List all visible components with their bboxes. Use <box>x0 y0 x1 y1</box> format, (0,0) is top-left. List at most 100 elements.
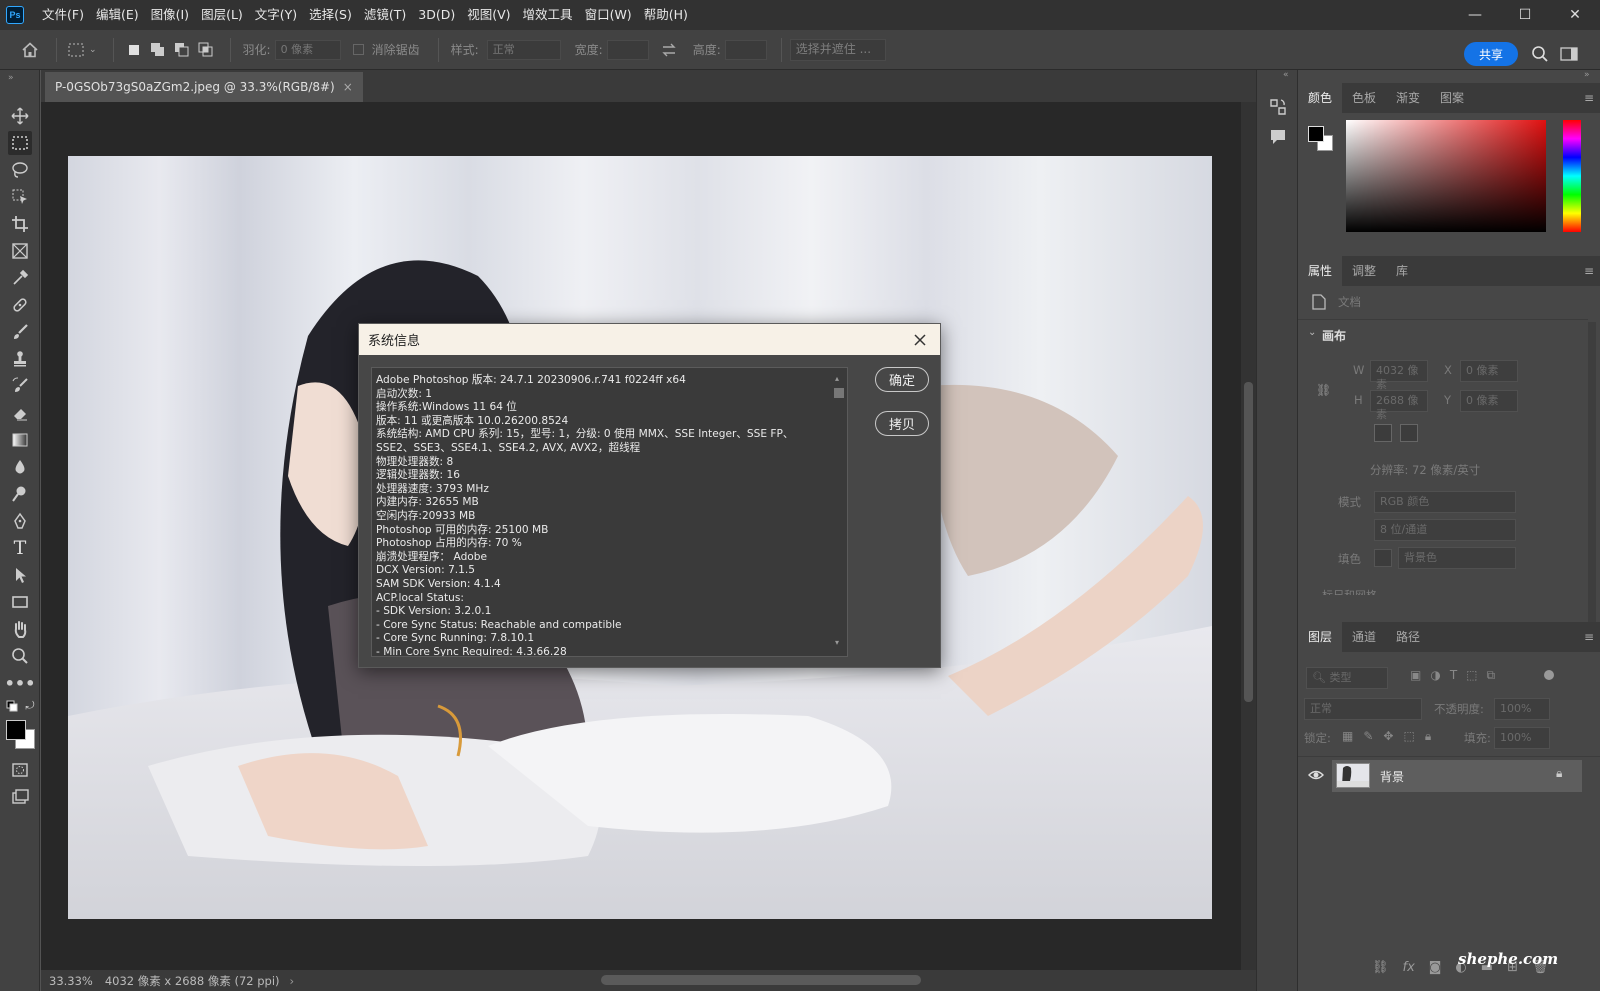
menu-file[interactable]: 文件(F) <box>36 0 90 30</box>
rectangle-tool-icon[interactable] <box>8 590 32 614</box>
properties-panel-menu-icon[interactable]: ≡ <box>1584 264 1594 278</box>
tab-properties[interactable]: 属性 <box>1298 256 1343 286</box>
chevron-down-icon[interactable]: ⌄ <box>89 45 97 55</box>
menu-select[interactable]: 选择(S) <box>303 0 358 30</box>
screen-mode-icon[interactable] <box>8 785 32 809</box>
close-window-button[interactable]: ✕ <box>1550 0 1600 30</box>
layer-filter-select[interactable]: 🔍︎ 类型 <box>1306 667 1388 689</box>
marquee-tool-icon[interactable] <box>8 131 32 155</box>
scroll-down-icon[interactable]: ▾ <box>835 638 839 647</box>
tab-adjustments[interactable]: 调整 <box>1342 256 1386 286</box>
collapse-dock-icon[interactable]: « <box>1283 70 1289 80</box>
zoom-level[interactable]: 33.33% <box>49 974 93 988</box>
filter-type-icon[interactable]: T <box>1450 668 1457 683</box>
collapse-toolbar-icon[interactable]: » <box>8 73 14 83</box>
more-tools-icon[interactable]: ••• <box>5 671 36 695</box>
comments-panel-icon[interactable] <box>1269 128 1287 149</box>
color-mode-select[interactable]: RGB 颜色 <box>1374 491 1516 513</box>
menu-type[interactable]: 文字(Y) <box>249 0 303 30</box>
photoshop-logo-icon[interactable]: Ps <box>6 6 24 24</box>
opacity-input[interactable]: 100% <box>1494 698 1550 720</box>
menu-view[interactable]: 视图(V) <box>461 0 516 30</box>
link-layers-icon[interactable]: ⛓ <box>1372 960 1389 975</box>
layer-row-background[interactable]: 背景 🔒︎ <box>1332 760 1582 792</box>
history-panel-icon[interactable] <box>1269 98 1287 119</box>
default-colors-icon[interactable] <box>6 694 18 718</box>
portrait-orientation-icon[interactable] <box>1374 424 1392 442</box>
clone-stamp-tool-icon[interactable] <box>8 347 32 371</box>
tab-color[interactable]: 颜色 <box>1298 83 1343 113</box>
dialog-close-icon[interactable] <box>910 330 930 350</box>
canvas-y-input[interactable]: 0 像素 <box>1460 390 1518 412</box>
home-icon[interactable] <box>18 38 42 62</box>
path-select-tool-icon[interactable] <box>8 563 32 587</box>
crop-tool-icon[interactable] <box>8 212 32 236</box>
info-scrollbar-thumb[interactable] <box>834 388 844 398</box>
share-button[interactable]: 共享 <box>1464 42 1518 66</box>
menu-edit[interactable]: 编辑(E) <box>90 0 145 30</box>
layers-panel-menu-icon[interactable]: ≡ <box>1584 630 1594 644</box>
ok-button[interactable]: 确定 <box>875 367 929 392</box>
menu-filter[interactable]: 滤镜(T) <box>358 0 412 30</box>
eraser-tool-icon[interactable] <box>8 401 32 425</box>
blend-mode-select[interactable]: 正常 <box>1304 698 1422 720</box>
menu-image[interactable]: 图像(I) <box>145 0 195 30</box>
tab-gradients[interactable]: 渐变 <box>1386 83 1430 113</box>
copy-button[interactable]: 拷贝 <box>875 411 929 436</box>
close-tab-icon[interactable]: × <box>343 80 353 94</box>
add-mask-icon[interactable]: ◙ <box>1429 960 1442 975</box>
lock-transparent-icon[interactable]: ▦ <box>1342 729 1353 744</box>
search-icon[interactable] <box>1528 42 1552 66</box>
filter-toggle-icon[interactable] <box>1544 670 1554 680</box>
menu-help[interactable]: 帮助(H) <box>638 0 694 30</box>
feather-input[interactable]: 0 像素 <box>274 39 341 60</box>
landscape-orientation-icon[interactable] <box>1400 424 1418 442</box>
dodge-tool-icon[interactable] <box>8 482 32 506</box>
tab-channels[interactable]: 通道 <box>1342 622 1386 652</box>
foreground-color-swatch[interactable] <box>6 720 26 740</box>
width-input[interactable] <box>606 39 649 60</box>
eyedropper-tool-icon[interactable] <box>8 266 32 290</box>
filter-pixel-icon[interactable]: ▣ <box>1410 668 1421 683</box>
lasso-tool-icon[interactable] <box>8 158 32 182</box>
document-tab[interactable]: P-0GSOb73gS0aZGm2.jpeg @ 33.3%(RGB/8#) × <box>45 72 363 102</box>
marquee-preset-icon[interactable] <box>65 38 89 62</box>
new-selection-icon[interactable] <box>122 38 146 62</box>
move-tool-icon[interactable] <box>8 104 32 128</box>
lock-all-icon[interactable]: 🔒︎ <box>1425 729 1431 744</box>
object-select-tool-icon[interactable] <box>8 185 32 209</box>
color-panel-foreground-swatch[interactable] <box>1308 126 1324 142</box>
link-dimensions-icon[interactable]: ⛓ <box>1316 383 1331 397</box>
healing-brush-tool-icon[interactable] <box>8 293 32 317</box>
horizontal-scrollbar[interactable] <box>601 975 921 985</box>
history-brush-tool-icon[interactable] <box>8 374 32 398</box>
layer-visibility-eye-icon[interactable] <box>1308 767 1324 786</box>
swap-colors-icon[interactable]: ⤾ <box>24 694 36 718</box>
tab-paths[interactable]: 路径 <box>1386 622 1430 652</box>
style-select[interactable]: 正常 <box>486 39 561 60</box>
pen-tool-icon[interactable] <box>8 509 32 533</box>
gradient-tool-icon[interactable] <box>8 428 32 452</box>
maximize-button[interactable]: ☐ <box>1500 0 1550 30</box>
hand-tool-icon[interactable] <box>8 617 32 641</box>
frame-tool-icon[interactable] <box>8 239 32 263</box>
menu-3d[interactable]: 3D(D) <box>412 0 461 30</box>
workspace-icon[interactable] <box>1557 42 1581 66</box>
section-collapse-icon[interactable]: ⌄ <box>1308 327 1316 338</box>
filter-shape-icon[interactable]: ⬚ <box>1466 668 1477 683</box>
menu-plugins[interactable]: 增效工具 <box>517 0 579 30</box>
color-picker-field[interactable] <box>1346 120 1546 232</box>
height-input[interactable] <box>724 39 767 60</box>
menu-window[interactable]: 窗口(W) <box>579 0 638 30</box>
scroll-up-icon[interactable]: ▴ <box>835 374 839 383</box>
collapse-panels-icon[interactable]: » <box>1584 70 1590 80</box>
tab-layers[interactable]: 图层 <box>1298 622 1343 652</box>
color-panel-menu-icon[interactable]: ≡ <box>1584 91 1594 105</box>
quick-mask-icon[interactable] <box>8 758 32 782</box>
hue-slider[interactable] <box>1563 120 1581 232</box>
minimize-button[interactable]: — <box>1450 0 1500 30</box>
bit-depth-select[interactable]: 8 位/通道 <box>1374 519 1516 541</box>
fill-opacity-input[interactable]: 100% <box>1494 727 1550 749</box>
blur-tool-icon[interactable] <box>8 455 32 479</box>
canvas-vertical-scrollbar[interactable] <box>1241 102 1256 970</box>
